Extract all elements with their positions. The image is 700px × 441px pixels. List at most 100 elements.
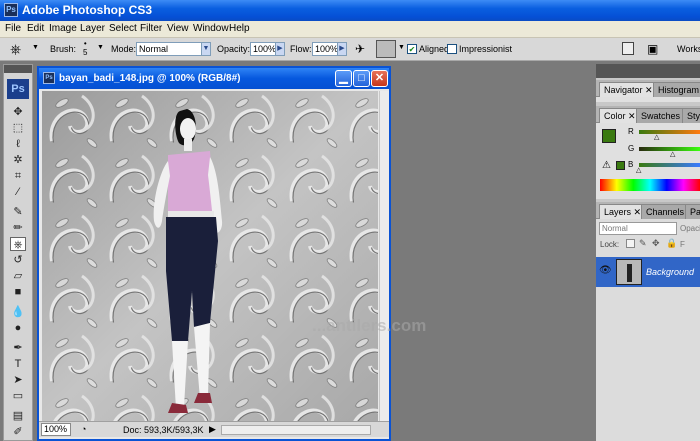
tool-preset-dropdown-icon[interactable]: ▼	[32, 44, 39, 51]
horizontal-scrollbar[interactable]	[221, 425, 371, 435]
menu-window[interactable]: Window	[193, 23, 229, 34]
document-title-bar[interactable]: Ps bayan_badi_148.jpg @ 100% (RGB/8#) ▁ …	[39, 68, 389, 89]
magic-wand-icon[interactable]: ✲	[10, 153, 26, 167]
close-tab-icon[interactable]: ✕	[628, 111, 636, 121]
eraser-tool-icon[interactable]: ▱	[10, 269, 26, 283]
layer-row-background[interactable]: 👁 Background	[596, 257, 700, 287]
panel-dock-header[interactable]	[596, 64, 700, 78]
layers-panel-tabs: Layers ✕ Channels Pa	[596, 202, 700, 219]
slice-tool-icon[interactable]: ⁄	[10, 185, 26, 199]
ps-logo: Ps	[7, 79, 29, 99]
red-slider-handle-icon[interactable]: △	[654, 133, 659, 141]
vertical-scrollbar[interactable]	[379, 91, 389, 421]
brush-dropdown-icon[interactable]: ▼	[97, 44, 104, 51]
clone-stamp-icon[interactable]: ⎈	[10, 41, 21, 58]
layer-opacity-label: Opaci	[680, 224, 700, 233]
menu-help[interactable]: Help	[229, 23, 250, 34]
healing-brush-icon[interactable]: ✎	[10, 205, 26, 219]
tab-layers-label: Layers	[604, 207, 632, 217]
opacity-input[interactable]: 100%	[250, 42, 276, 56]
tab-channels[interactable]: Channels	[641, 204, 690, 219]
blur-tool-icon[interactable]: 💧	[10, 305, 26, 319]
aligned-checkbox[interactable]: ✔	[407, 44, 417, 54]
flow-slider-icon[interactable]: ▶	[337, 42, 347, 56]
red-slider[interactable]	[639, 130, 700, 134]
flow-input[interactable]: 100%	[312, 42, 338, 56]
image-canvas[interactable]	[42, 91, 378, 421]
tab-layers: Layers ✕	[599, 204, 647, 219]
minimize-button[interactable]: ▁	[335, 70, 352, 87]
close-button[interactable]: ✕	[371, 70, 388, 87]
lock-all-icon[interactable]: 🔒	[666, 238, 677, 249]
mode-dropdown-icon[interactable]: ▼	[201, 42, 211, 56]
layer-thumbnail	[616, 259, 642, 285]
mode-select[interactable]: Normal	[136, 42, 202, 56]
navigator-body	[596, 97, 700, 102]
opacity-slider-icon[interactable]: ▶	[275, 42, 285, 56]
workspace-label[interactable]: Worksp	[677, 44, 700, 54]
tab-swatches[interactable]: Swatches	[636, 108, 686, 123]
layer-thumbnail-image	[617, 260, 641, 284]
status-menu-icon[interactable]: ◔	[81, 424, 86, 434]
toolbox-header[interactable]	[4, 65, 32, 73]
color-spectrum-bar[interactable]	[600, 179, 700, 191]
tab-color: Color ✕	[599, 108, 641, 123]
shape-tool-icon[interactable]: ▭	[10, 389, 26, 403]
path-selection-icon[interactable]: ➤	[10, 373, 26, 387]
tab-navigator[interactable]: Navigator ✕	[599, 82, 658, 97]
document-icon: Ps	[43, 72, 55, 84]
brush-preview[interactable]: • 5	[83, 39, 87, 57]
brush-tool-icon[interactable]: ✏	[10, 221, 26, 235]
menu-edit[interactable]: Edit	[27, 23, 44, 34]
marquee-tool-icon[interactable]: ⬚	[10, 121, 26, 135]
maximize-button[interactable]: □	[353, 70, 370, 87]
blue-slider[interactable]	[639, 163, 700, 167]
menu-file[interactable]: File	[5, 23, 21, 34]
menu-layer[interactable]: Layer	[80, 23, 105, 34]
status-arrow-icon[interactable]: ▶	[209, 424, 216, 435]
menu-image[interactable]: Image	[49, 23, 77, 34]
menu-select[interactable]: Select	[109, 23, 137, 34]
foreground-color-swatch[interactable]	[602, 129, 616, 143]
move-tool-icon[interactable]: ✥	[10, 105, 26, 119]
clone-source-dropdown-icon[interactable]: ▼	[398, 44, 405, 51]
layer-name: Background	[646, 267, 695, 277]
palette-well-icon[interactable]	[622, 42, 634, 55]
blend-mode-select[interactable]: Normal	[599, 222, 677, 235]
document-title: bayan_badi_148.jpg @ 100% (RGB/8#)	[59, 73, 241, 84]
dodge-tool-icon[interactable]: ●	[10, 321, 26, 335]
menu-filter[interactable]: Filter	[140, 23, 162, 34]
airbrush-icon[interactable]: ✈	[355, 42, 365, 56]
crop-tool-icon[interactable]: ⌗	[10, 169, 26, 183]
impressionist-checkbox[interactable]	[447, 44, 457, 54]
document-size-info: Doc: 593,3K/593,3K	[123, 425, 204, 435]
clone-stamp-tool-icon[interactable]: ⎈	[10, 237, 26, 251]
menu-view[interactable]: View	[167, 23, 189, 34]
close-tab-icon[interactable]: ✕	[645, 85, 653, 95]
eye-icon[interactable]: 👁	[599, 265, 612, 276]
lock-pixels-icon[interactable]: ✎	[639, 238, 647, 249]
blue-slider-handle-icon[interactable]: △	[636, 166, 641, 174]
app-title: Adobe Photoshop CS3	[22, 3, 152, 17]
gradient-tool-icon[interactable]: ■	[10, 285, 26, 299]
lock-position-icon[interactable]: ✥	[652, 238, 660, 249]
zoom-input[interactable]: 100%	[41, 423, 71, 436]
lock-transparency-icon[interactable]	[626, 239, 635, 248]
gamut-color-swatch[interactable]	[616, 161, 625, 170]
title-bar[interactable]: Ps Adobe Photoshop CS3	[0, 0, 700, 21]
workspace-icon[interactable]: ▣	[647, 42, 658, 56]
tab-paths[interactable]: Pa	[685, 204, 700, 219]
history-brush-icon[interactable]: ↺	[10, 253, 26, 267]
tab-histogram[interactable]: Histogram	[653, 82, 700, 97]
close-tab-icon[interactable]: ✕	[634, 207, 642, 217]
notes-tool-icon[interactable]: ▤	[10, 409, 26, 423]
gamut-warning-icon[interactable]: ⚠	[602, 160, 611, 171]
green-slider-handle-icon[interactable]: △	[670, 150, 675, 158]
clone-source-icon[interactable]	[376, 40, 396, 58]
tab-styles[interactable]: Styl	[682, 108, 700, 123]
lasso-tool-icon[interactable]: ℓ	[10, 137, 26, 151]
type-tool-icon[interactable]: T	[10, 357, 26, 371]
eyedropper-tool-icon[interactable]: ✐	[10, 425, 26, 439]
pen-tool-icon[interactable]: ✒	[10, 341, 26, 355]
color-panel-tabs: Color ✕ Swatches Styl	[596, 106, 700, 123]
